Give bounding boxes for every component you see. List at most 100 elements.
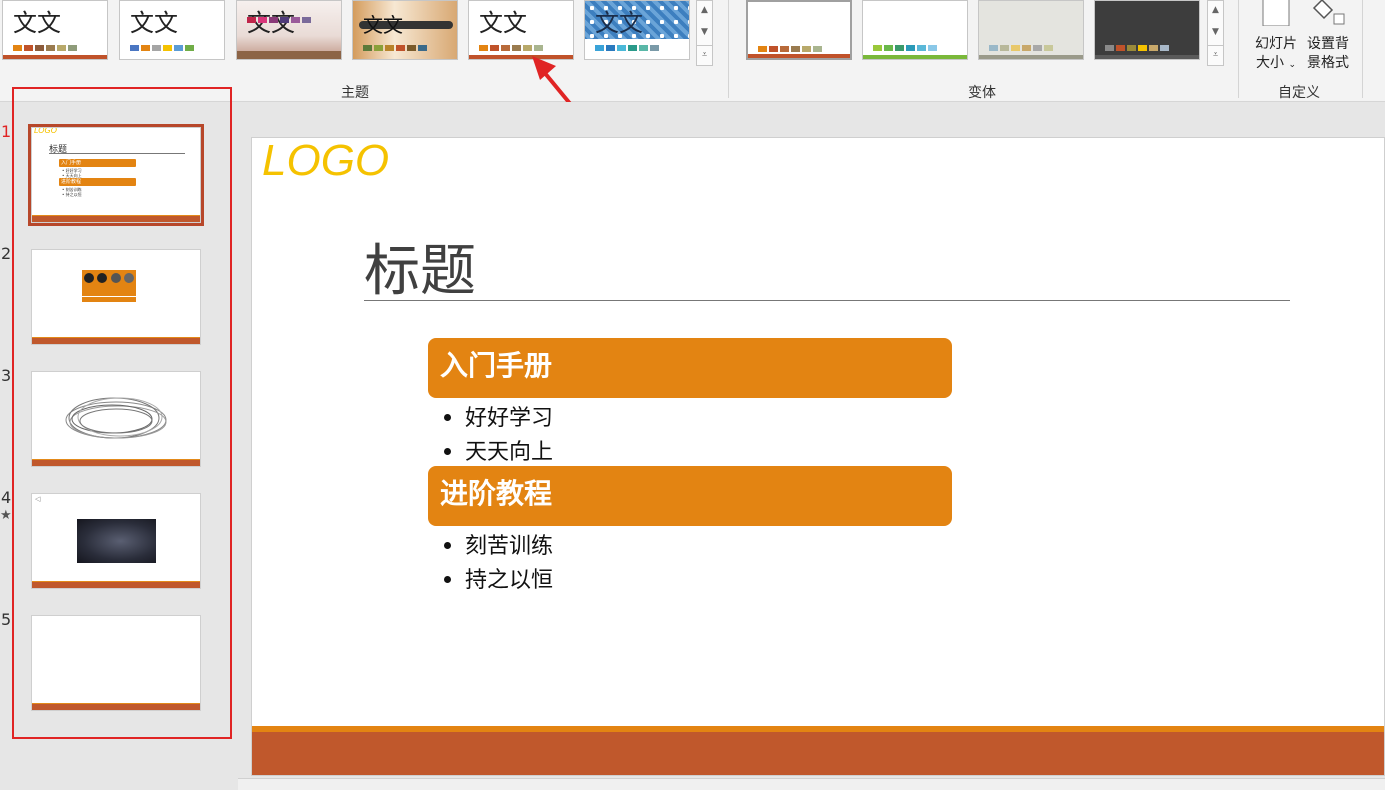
- color-swatch: [24, 45, 33, 51]
- theme-accent-bar: [237, 51, 341, 59]
- theme-swatches: [479, 45, 543, 51]
- theme-swatches: [363, 45, 427, 51]
- color-swatch: [57, 45, 66, 51]
- customize-group-label: 自定义: [1278, 85, 1320, 101]
- variant-swatches: [873, 45, 937, 51]
- bullet-item[interactable]: 刻苦训练: [444, 528, 553, 560]
- thumb-circle: [97, 273, 107, 283]
- variant-swatches: [1105, 45, 1169, 51]
- bullet-item[interactable]: 好好学习: [444, 400, 553, 432]
- color-swatch: [152, 45, 161, 51]
- color-swatch: [989, 45, 998, 51]
- color-swatch: [650, 45, 659, 51]
- scroll-down-icon[interactable]: ▼: [697, 23, 712, 41]
- scroll-down-icon[interactable]: ▼: [1208, 23, 1223, 41]
- slide-size-label-line1: 幻灯片: [1255, 36, 1297, 52]
- color-swatch: [302, 17, 311, 23]
- color-swatch: [185, 45, 194, 51]
- color-swatch: [813, 46, 822, 52]
- color-swatch: [1138, 45, 1147, 51]
- group-divider: [728, 0, 729, 98]
- variant-swatches: [758, 46, 822, 52]
- slide-title[interactable]: 标题: [364, 226, 476, 307]
- theme-tile-4[interactable]: 文文: [352, 0, 458, 60]
- slide-thumbnail-5[interactable]: [31, 615, 201, 711]
- theme-tile-6[interactable]: 文文: [584, 0, 690, 60]
- current-slide[interactable]: LOGO 标题 入门手册 好好学习 天天向上 进阶教程 刻苦训练 持之以恒: [251, 137, 1385, 776]
- theme-tile-2[interactable]: 文文: [119, 0, 225, 60]
- theme-tile-3[interactable]: 文文: [236, 0, 342, 60]
- thumb-number-5: 5: [1, 610, 12, 629]
- format-background-button[interactable]: 设置背 景格式: [1300, 0, 1356, 78]
- color-swatch: [13, 45, 22, 51]
- thumb-footer-band: [32, 703, 200, 710]
- color-swatch: [534, 45, 543, 51]
- color-swatch: [884, 45, 893, 51]
- color-swatch: [758, 46, 767, 52]
- themes-group-label: 主题: [341, 85, 369, 101]
- gallery-more-icon[interactable]: ⩡: [1208, 45, 1223, 63]
- color-swatch: [247, 17, 256, 23]
- thumb-circle: [124, 273, 134, 283]
- slide-logo[interactable]: LOGO: [262, 138, 389, 186]
- theme-swatches: [130, 45, 194, 51]
- slide-thumbnail-1[interactable]: LOGO 标题 入门手册 • 好好学习 • 天天向上 进阶教程 • 刻苦训练 •…: [28, 124, 204, 226]
- theme-tile-1[interactable]: 文文: [2, 0, 108, 60]
- slide-size-button[interactable]: 幻灯片 大小 ⌄: [1248, 0, 1304, 78]
- color-swatch: [46, 45, 55, 51]
- color-swatch: [163, 45, 172, 51]
- color-swatch: [141, 45, 150, 51]
- color-swatch: [418, 45, 427, 51]
- slide-thumbnail-2[interactable]: [31, 249, 201, 345]
- color-swatch: [269, 17, 278, 23]
- color-swatch: [523, 45, 532, 51]
- color-swatch: [595, 45, 604, 51]
- gallery-more-icon[interactable]: ⩡: [697, 45, 712, 63]
- color-swatch: [258, 17, 267, 23]
- horizontal-scrollbar[interactable]: [238, 778, 1385, 790]
- variants-group-label: 变体: [968, 85, 996, 101]
- variant-swatches: [989, 45, 1053, 51]
- variant-tile-3[interactable]: [978, 0, 1084, 60]
- theme-sample-text: 文文: [130, 9, 178, 37]
- variant-accent-bar: [1095, 55, 1199, 59]
- scroll-up-icon[interactable]: ▲: [1208, 1, 1223, 19]
- bullet-item[interactable]: 持之以恒: [444, 562, 553, 594]
- animation-star-icon: ★: [0, 508, 12, 523]
- variant-tile-4[interactable]: [1094, 0, 1200, 60]
- color-swatch: [917, 45, 926, 51]
- color-swatch: [895, 45, 904, 51]
- slide-size-icon: [1262, 0, 1290, 26]
- slide-thumbnail-4[interactable]: ◁: [31, 493, 201, 589]
- color-swatch: [1116, 45, 1125, 51]
- color-swatch: [407, 45, 416, 51]
- bullet-dot-icon: [444, 413, 451, 421]
- color-swatch: [385, 45, 394, 51]
- section-heading-1[interactable]: 入门手册: [428, 338, 952, 398]
- scroll-up-icon[interactable]: ▲: [697, 1, 712, 19]
- variant-accent-bar: [979, 55, 1083, 59]
- paint-bucket-icon: [1312, 0, 1345, 25]
- theme-sample-text: 文文: [479, 9, 527, 37]
- thumb-footer-band: [32, 337, 200, 344]
- theme-tile-5[interactable]: 文文: [468, 0, 574, 60]
- slide-thumbnail-3[interactable]: [31, 371, 201, 467]
- color-swatch: [1127, 45, 1136, 51]
- bullet-item[interactable]: 天天向上: [444, 434, 553, 466]
- color-swatch: [363, 45, 372, 51]
- bullet-dot-icon: [444, 541, 451, 549]
- theme-sample-text: 文文: [13, 9, 61, 37]
- theme-sample-text: 文文: [363, 13, 403, 37]
- variant-tile-1[interactable]: [746, 0, 852, 60]
- color-swatch: [639, 45, 648, 51]
- color-swatch: [1149, 45, 1158, 51]
- thumb-footer-band: [32, 459, 200, 466]
- theme-swatches: [13, 45, 77, 51]
- variant-tile-2[interactable]: [862, 0, 968, 60]
- thumb-divider: [82, 296, 136, 297]
- color-swatch: [35, 45, 44, 51]
- section-heading-2[interactable]: 进阶教程: [428, 466, 952, 526]
- bullet-dot-icon: [444, 575, 451, 583]
- slide-footer-band: [252, 732, 1384, 775]
- thumb-footer-band: [32, 581, 200, 588]
